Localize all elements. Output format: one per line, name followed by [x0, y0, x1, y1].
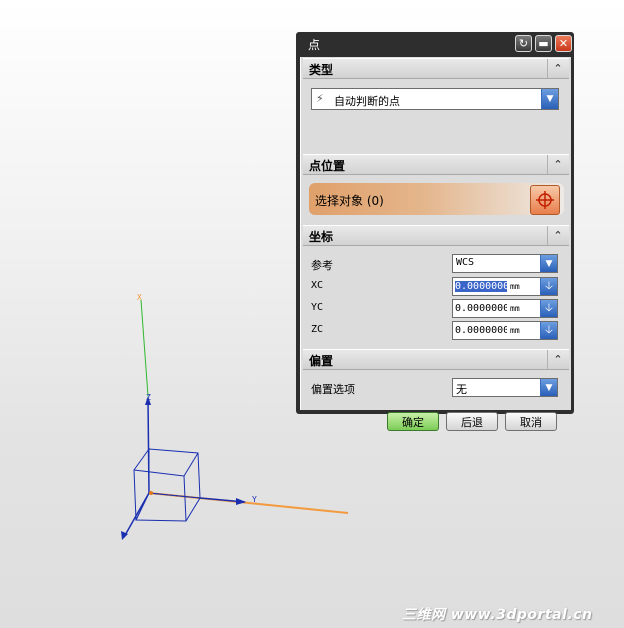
- reference-value: WCS: [456, 257, 475, 268]
- arrow-down-icon[interactable]: 🡣: [540, 322, 557, 339]
- y-axis-label: Y: [252, 495, 257, 504]
- datum-axis-green: [140, 299, 149, 397]
- wcs-origin: [149, 491, 153, 495]
- chevron-up-icon[interactable]: ⌃: [547, 155, 568, 174]
- xc-input[interactable]: 0.0000000 mm 🡣: [452, 277, 558, 296]
- section-point-location-label: 点位置: [309, 159, 346, 173]
- watermark: 三维网 www.3dportal.cn: [402, 607, 593, 623]
- yc-value: 0.0000000: [455, 303, 507, 314]
- close-icon[interactable]: ✕: [555, 35, 572, 52]
- point-type-select[interactable]: ⚡ 自动判断的点 ▼: [311, 88, 559, 110]
- section-coordinates-header[interactable]: 坐标 ⌃: [303, 225, 569, 246]
- reset-icon[interactable]: ↻: [515, 35, 532, 52]
- section-type-label: 类型: [309, 63, 334, 77]
- arrow-down-icon[interactable]: 🡣: [540, 300, 557, 317]
- dialog-body: 类型 ⌃ ⚡ 自动判断的点 ▼ 点位置 ⌃ 选择对象 (0) 坐标 ⌃ 参考 W…: [300, 57, 571, 431]
- zc-unit: mm: [510, 326, 520, 335]
- chevron-up-icon[interactable]: ⌃: [547, 59, 568, 78]
- offset-option-value: 无: [456, 383, 467, 396]
- select-object-label: 选择对象 (0): [315, 194, 384, 208]
- inferred-point-icon: ⚡: [316, 92, 324, 105]
- xc-label: XC: [311, 280, 324, 291]
- reference-label: 参考: [311, 259, 333, 272]
- select-object-bar[interactable]: 选择对象 (0): [309, 183, 564, 215]
- chevron-down-icon[interactable]: ▼: [540, 255, 557, 272]
- section-offset-header[interactable]: 偏置 ⌃: [303, 349, 569, 370]
- x-axis: [123, 492, 150, 538]
- cancel-button[interactable]: 取消: [505, 412, 557, 431]
- dialog-titlebar[interactable]: 点 ↻ ▬ ✕: [300, 32, 572, 56]
- zc-label: ZC: [311, 324, 324, 335]
- arrow-down-icon[interactable]: 🡣: [540, 278, 557, 295]
- chevron-down-icon[interactable]: ▼: [541, 89, 558, 109]
- section-type-header[interactable]: 类型 ⌃: [303, 58, 569, 79]
- wcs-cube: [133, 447, 201, 522]
- minimize-icon[interactable]: ▬: [535, 35, 552, 52]
- yc-unit: mm: [510, 304, 520, 313]
- section-coordinates-label: 坐标: [309, 230, 334, 244]
- chevron-up-icon[interactable]: ⌃: [547, 226, 568, 245]
- ok-button[interactable]: 确定: [387, 412, 439, 431]
- yc-label: YC: [311, 302, 324, 313]
- y-axis-arrowhead: [236, 498, 246, 505]
- point-constructor-button[interactable]: [530, 185, 560, 215]
- offset-option-select[interactable]: 无 ▼: [452, 378, 558, 397]
- chevron-down-icon[interactable]: ▼: [540, 379, 557, 396]
- section-point-location-header[interactable]: 点位置 ⌃: [303, 154, 569, 175]
- xc-value: 0.0000000: [455, 281, 507, 292]
- point-dialog: 点 ↻ ▬ ✕ 类型 ⌃ ⚡ 自动判断的点 ▼ 点位置 ⌃ 选择对象 (0) 坐…: [296, 32, 574, 431]
- section-offset-label: 偏置: [309, 354, 334, 368]
- chevron-up-icon[interactable]: ⌃: [547, 350, 568, 369]
- point-type-value: 自动判断的点: [334, 95, 400, 108]
- z-axis-label: Z: [146, 393, 151, 402]
- crosshair-icon: [536, 191, 554, 209]
- xc-unit: mm: [510, 282, 520, 291]
- back-button[interactable]: 后退: [446, 412, 498, 431]
- offset-option-label: 偏置选项: [311, 383, 355, 396]
- reference-select[interactable]: WCS ▼: [452, 254, 558, 273]
- zc-value: 0.0000000: [455, 325, 507, 336]
- x-axis-label-top: X: [137, 293, 142, 302]
- dialog-title: 点: [308, 38, 321, 52]
- yc-input[interactable]: 0.0000000 mm 🡣: [452, 299, 558, 318]
- zc-input[interactable]: 0.0000000 mm 🡣: [452, 321, 558, 340]
